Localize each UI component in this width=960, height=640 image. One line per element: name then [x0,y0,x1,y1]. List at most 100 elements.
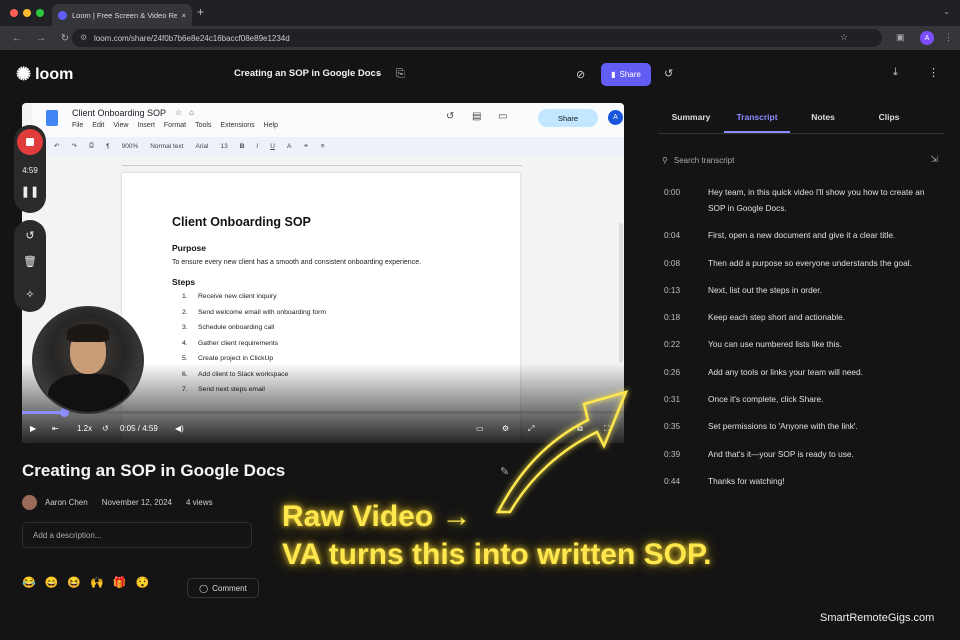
doc-step-text: Receive new client inquiry [198,293,277,300]
folder-icon[interactable]: ⎘ [396,68,405,81]
new-tab-button[interactable]: + [197,5,204,19]
reaction-smile-button[interactable]: 😄 [45,576,59,589]
tab-notes[interactable]: Notes [790,110,856,133]
transcript-search-input[interactable]: ⚲ Search transcript ⇲ [662,151,944,169]
back-icon[interactable]: ← [10,33,24,44]
gdocs-menu-extensions: Extensions [220,122,255,129]
transcript-row[interactable]: 0:35 Set permissions to 'Anyone with the … [664,418,944,434]
playback-speed[interactable]: 1.2x [77,424,92,433]
forward-icon[interactable]: → [34,33,48,44]
transcript-timestamp[interactable]: 0:13 [664,282,708,298]
reaction-gift-button[interactable]: 🎁 [113,576,127,589]
doc-scrollbar [619,223,623,363]
transcript-row[interactable]: 0:13 Next, list out the steps in order. [664,282,944,298]
rewind-icon[interactable]: ↺ [102,424,109,433]
tab-summary[interactable]: Summary [658,110,724,133]
tab-clips[interactable]: Clips [856,110,922,133]
reaction-laugh-button[interactable]: 😂 [22,576,36,589]
screenshot-root: Loom | Free Screen & Video Re × + ⌄ ← → … [0,0,960,640]
transcript-row[interactable]: 0:31 Once it's complete, click Share. [664,391,944,407]
transcript-row[interactable]: 0:44 Thanks for watching! [664,473,944,489]
doc-step-item: 1. Receive new client inquiry [182,293,326,309]
tab-search-icon[interactable]: ⌄ [943,7,950,16]
url-field[interactable]: ⚙ loom.com/share/24f0b7b6e8e24c16baccf08… [72,29,882,47]
pause-icon[interactable]: ❚❚ [14,185,46,198]
comment-button[interactable]: ◯ Comment [187,578,259,598]
edit-title-icon[interactable]: ✎ [500,465,509,478]
transcript-text: Next, list out the steps in order. [708,284,822,295]
transcript-row[interactable]: 0:39 And that's it—your SOP is ready to u… [664,446,944,462]
doc-purpose-heading: Purpose [172,243,207,253]
site-info-icon[interactable]: ⚙ [80,33,87,42]
doc-step-item: 4. Gather client requirements [182,340,326,356]
volume-icon[interactable]: ◀) [175,424,184,433]
doc-steps-heading: Steps [172,277,196,287]
reaction-wow-button[interactable]: 😯 [136,576,150,589]
loom-logo[interactable]: ✺ loom [16,64,73,85]
reload-icon[interactable]: ↻ [58,33,72,44]
transcript-text: You can use numbered lists like this. [708,339,842,350]
header-video-title[interactable]: Creating an SOP in Google Docs [234,68,381,79]
transcript-timestamp[interactable]: 0:39 [664,446,708,462]
loom-favicon-icon [58,10,67,20]
transcript-timestamp[interactable]: 0:31 [664,391,708,407]
view-count[interactable]: 4 views [186,498,213,507]
export-transcript-icon[interactable]: ⇲ [930,154,938,165]
share-button[interactable]: ▮ Share [601,63,651,86]
undo-icon: ↶ [54,143,60,150]
activity-icon[interactable]: ↺ [664,67,673,80]
browser-menu-icon[interactable]: ⋮ [944,32,953,43]
transcript-timestamp[interactable]: 0:44 [664,473,708,489]
zoom-select: 900% [121,142,139,150]
transcript-row[interactable]: 0:18 Keep each step short and actionable. [664,309,944,325]
address-bar: ← → ↻ ⚙ loom.com/share/24f0b7b6e8e24c16b… [0,26,960,50]
minimize-window-button[interactable] [23,9,31,17]
captions-icon[interactable]: ▭ [476,424,484,433]
bookmark-star-icon[interactable]: ☆ [840,32,848,43]
video-title[interactable]: Creating an SOP in Google Docs [22,461,285,481]
restart-icon[interactable]: ↺ [14,229,46,242]
transcript-row[interactable]: 0:08 Then add a purpose so everyone under… [664,255,944,271]
trash-icon[interactable]: 🗑 [14,255,46,268]
profile-avatar[interactable]: A [920,31,934,45]
doc-step-item: 2. Send welcome email with onboarding for… [182,309,326,325]
transcript-timestamp[interactable]: 0:00 [664,184,708,216]
extensions-icon[interactable]: ▣ [896,32,905,43]
close-tab-icon[interactable]: × [182,11,186,20]
stop-recording-button[interactable] [17,129,43,155]
reaction-grin-button[interactable]: 😆 [67,576,81,589]
effects-icon[interactable]: ✧ [14,288,46,301]
download-icon[interactable]: ⤓ [893,66,898,79]
transcript-timestamp[interactable]: 0:04 [664,227,708,243]
browser-tab[interactable]: Loom | Free Screen & Video Re × [52,4,192,26]
transcript-timestamp[interactable]: 0:35 [664,418,708,434]
video-time: 0:05 / 4:59 [120,424,158,433]
transcript-timestamp[interactable]: 0:22 [664,336,708,352]
owner-name[interactable]: Aaron Chen [45,498,88,507]
reaction-clap-button[interactable]: 🙌 [90,576,104,589]
play-icon[interactable]: ▶ [30,424,36,433]
skip-icon[interactable]: ⇤ [52,424,59,433]
webcam-bubble[interactable] [32,306,144,414]
comment-icon: ▤ [472,111,482,122]
transcript-row[interactable]: 0:26 Add any tools or links your team wil… [664,364,944,380]
tab-transcript[interactable]: Transcript [724,110,790,133]
description-field[interactable]: Add a description... [22,522,252,548]
transcript-row[interactable]: 0:04 First, open a new document and give … [664,227,944,243]
expand-icon[interactable]: ⤢ [528,424,534,434]
more-options-icon[interactable]: ⋮ [928,66,939,79]
transcript-timestamp[interactable]: 0:18 [664,309,708,325]
fullscreen-icon[interactable]: ⛶ [604,424,610,434]
video-date: November 12, 2024 [101,498,172,507]
transcript-timestamp[interactable]: 0:26 [664,364,708,380]
underline-icon: U [270,142,275,150]
chevron-down-icon[interactable]: ⌄ [376,69,383,78]
copy-link-icon[interactable]: ⊘ [576,68,585,81]
transcript-timestamp[interactable]: 0:08 [664,255,708,271]
maximize-window-button[interactable] [36,9,44,17]
transcript-row[interactable]: 0:00 Hey team, in this quick video I'll s… [664,184,944,216]
picture-in-picture-icon[interactable]: ⧉ [577,424,583,434]
transcript-row[interactable]: 0:22 You can use numbered lists like this… [664,336,944,352]
settings-icon[interactable]: ⚙ [502,424,509,433]
close-window-button[interactable] [10,9,18,17]
